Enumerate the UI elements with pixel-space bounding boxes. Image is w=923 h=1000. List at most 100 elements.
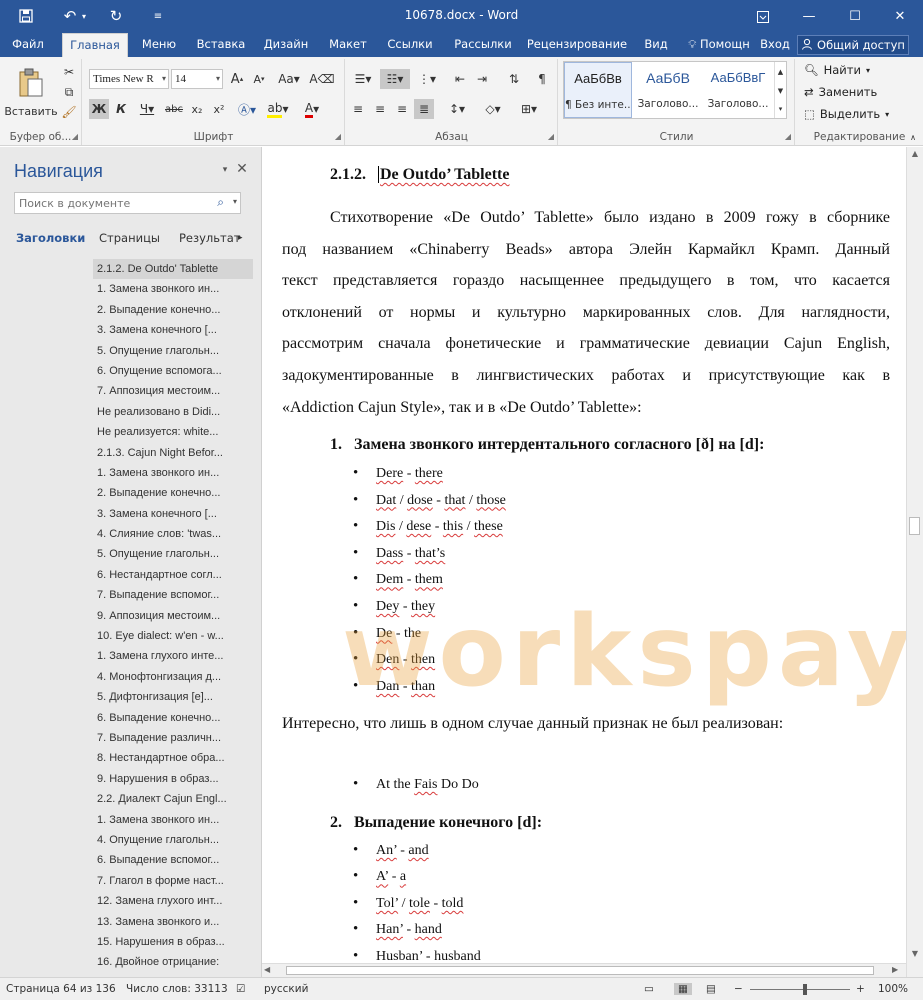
nav-heading-item[interactable]: 9. Нарушения в образ... xyxy=(93,769,253,789)
zoom-out-icon[interactable]: − xyxy=(734,983,743,995)
nav-heading-item[interactable]: 4. Монофтонгизация д... xyxy=(93,667,253,687)
paragraph-launcher-icon[interactable]: ◢ xyxy=(548,132,554,141)
chevron-right-icon[interactable]: ▸ xyxy=(238,233,243,243)
nav-heading-item[interactable]: 5. Опущение глагольн... xyxy=(93,341,253,361)
read-mode-icon[interactable]: ▭ xyxy=(644,983,654,995)
zoom-level[interactable]: 100% xyxy=(878,983,908,995)
nav-tab-headings[interactable]: Заголовки xyxy=(16,231,85,245)
tab-design[interactable]: Дизайн xyxy=(258,33,314,57)
styles-more-icon[interactable]: ▾ xyxy=(774,100,786,118)
tab-home[interactable]: Главная xyxy=(62,33,128,57)
nav-tab-pages[interactable]: Страницы xyxy=(99,231,160,245)
clipboard-launcher-icon[interactable]: ◢ xyxy=(72,132,78,141)
nav-heading-item[interactable]: 16. Двойное отрицание: xyxy=(93,952,253,972)
scroll-left-icon[interactable]: ◀ xyxy=(264,965,270,974)
nav-heading-item[interactable]: 4. Слияние слов: 'twas... xyxy=(93,524,253,544)
shading-icon[interactable]: ◇▾ xyxy=(478,99,508,119)
tab-file[interactable]: Файл xyxy=(5,33,51,57)
show-marks-icon[interactable]: ¶ xyxy=(532,69,552,89)
font-size-combo[interactable]: 14 ▾ xyxy=(171,69,223,89)
nav-heading-item[interactable]: 4. Опущение глагольн... xyxy=(93,830,253,850)
increase-indent-icon[interactable]: ⇥ xyxy=(472,69,492,89)
scroll-right-icon[interactable]: ▶ xyxy=(892,965,898,974)
style-heading-1[interactable]: АаБбВ Заголово... xyxy=(634,62,702,118)
nav-heading-item[interactable]: 6. Выпадение вспомог... xyxy=(93,850,253,870)
nav-heading-item[interactable]: 9. Аппозиция местоим... xyxy=(93,606,253,626)
styles-launcher-icon[interactable]: ◢ xyxy=(785,132,791,141)
align-center-icon[interactable]: ≡ xyxy=(370,99,390,119)
close-icon[interactable]: ✕ xyxy=(877,0,923,33)
nav-close-icon[interactable]: ✕ xyxy=(234,161,250,177)
tab-menu[interactable]: Меню xyxy=(134,33,184,57)
ribbon-display-icon[interactable] xyxy=(740,0,786,33)
nav-heading-item[interactable]: 7. Выпадение вспомог... xyxy=(93,585,253,605)
paste-button[interactable]: Вставить xyxy=(4,63,58,123)
style-heading-2[interactable]: АаБбВвГ Заголово... xyxy=(704,62,772,118)
font-launcher-icon[interactable]: ◢ xyxy=(335,132,341,141)
nav-heading-item[interactable]: 7. Глагол в форме наст... xyxy=(93,871,253,891)
tab-review[interactable]: Рецензирование xyxy=(526,33,628,57)
numbering-icon[interactable]: ☷▾ xyxy=(380,69,410,89)
nav-heading-item[interactable]: 7. Аппозиция местоим... xyxy=(93,381,253,401)
copy-icon[interactable]: ⧉ xyxy=(60,83,78,101)
format-painter-icon[interactable]: 🖌︎ xyxy=(60,103,78,121)
replace-button[interactable]: ⇄ Заменить xyxy=(804,82,877,102)
page-indicator[interactable]: Страница 64 из 136 xyxy=(6,983,116,995)
nav-heading-item[interactable]: 3. Замена конечного [... xyxy=(93,504,253,524)
borders-icon[interactable]: ⊞▾ xyxy=(514,99,544,119)
styles-scroll-down-icon[interactable]: ▼ xyxy=(774,81,786,100)
horizontal-scrollbar[interactable]: ◀ ▶ xyxy=(262,963,906,977)
style-no-spacing[interactable]: АаБбВв ¶ Без инте... xyxy=(564,62,632,118)
proofing-icon[interactable]: ☑ xyxy=(236,983,245,995)
justify-icon[interactable]: ≣ xyxy=(414,99,434,119)
nav-heading-item[interactable]: 7. Выпадение различн... xyxy=(93,728,253,748)
nav-search-input[interactable] xyxy=(15,193,205,213)
document-area[interactable]: 2.1.2. De Outdo’ Tablette Стихотворение … xyxy=(262,147,906,963)
nav-heading-item[interactable]: 13. Замена звонкого и... xyxy=(93,912,253,932)
web-layout-icon[interactable]: ▤ xyxy=(706,983,716,995)
sort-icon[interactable]: ⇅ xyxy=(504,69,524,89)
collapse-ribbon-icon[interactable]: ∧ xyxy=(906,131,920,143)
tab-view[interactable]: Вид xyxy=(638,33,674,57)
vertical-scrollbar[interactable]: ▲ ▼ xyxy=(906,147,923,977)
nav-heading-item[interactable]: 15. Нарушения в образ... xyxy=(93,932,253,952)
nav-heading-item[interactable]: 6. Нестандартное согл... xyxy=(93,565,253,585)
help-tell-me[interactable]: 💡︎ Помощн xyxy=(683,33,755,57)
change-case-icon[interactable]: Aa▾ xyxy=(275,69,303,89)
highlight-color-icon[interactable]: ab ▾ xyxy=(263,99,293,119)
subscript-button[interactable]: x₂ xyxy=(187,99,207,119)
scroll-up-icon[interactable]: ▲ xyxy=(907,149,923,158)
nav-heading-item[interactable]: 2.1.3. Cajun Night Befor... xyxy=(93,443,253,463)
select-button[interactable]: ⬚ Выделить ▾ xyxy=(804,104,889,124)
nav-heading-item[interactable]: 10. Eye dialect: w'en - w... xyxy=(93,626,253,646)
underline-button[interactable]: Ч▾ xyxy=(133,99,161,119)
styles-scroll-up-icon[interactable]: ▲ xyxy=(774,62,786,81)
bullets-icon[interactable]: ☰▾ xyxy=(348,69,378,89)
nav-heading-item[interactable]: 8. Нестандартное обра... xyxy=(93,748,253,768)
multilevel-list-icon[interactable]: ⋮▾ xyxy=(412,69,442,89)
nav-heading-item[interactable]: Не реализуется: white... xyxy=(93,422,253,442)
nav-options-icon[interactable]: ▾ xyxy=(218,163,232,177)
zoom-slider-knob[interactable] xyxy=(803,984,807,995)
print-layout-icon[interactable]: ▦ xyxy=(674,983,692,995)
minimize-icon[interactable]: — xyxy=(786,0,832,33)
font-name-combo[interactable]: Times New R ▾ xyxy=(89,69,169,89)
nav-heading-item[interactable]: 6. Выпадение конечно... xyxy=(93,708,253,728)
nav-heading-item[interactable]: 5. Опущение глагольн... xyxy=(93,544,253,564)
nav-heading-item[interactable]: 1. Замена глухого инте... xyxy=(93,646,253,666)
nav-heading-item[interactable]: 12. Замена глухого инт... xyxy=(93,891,253,911)
cut-icon[interactable]: ✂ xyxy=(60,63,78,81)
nav-heading-item[interactable]: 3. Замена конечного [... xyxy=(93,320,253,340)
nav-heading-item[interactable]: Не реализовано в Didi... xyxy=(93,402,253,422)
find-button[interactable]: 🔍︎ Найти ▾ xyxy=(804,60,870,80)
zoom-slider-track[interactable] xyxy=(750,989,850,990)
tab-mailings[interactable]: Рассылки xyxy=(446,33,520,57)
align-left-icon[interactable]: ≡ xyxy=(348,99,368,119)
strikethrough-button[interactable]: abc xyxy=(163,99,185,119)
share-button[interactable]: Общий доступ xyxy=(797,35,909,55)
nav-heading-item[interactable]: 2.2. Диалект Cajun Engl... xyxy=(93,789,253,809)
text-effects-icon[interactable]: Ⓐ▾ xyxy=(233,99,261,119)
shrink-font-icon[interactable]: A ▾ xyxy=(249,69,269,89)
nav-heading-item[interactable]: 1. Замена звонкого ин... xyxy=(93,463,253,483)
tab-insert[interactable]: Вставка xyxy=(192,33,250,57)
